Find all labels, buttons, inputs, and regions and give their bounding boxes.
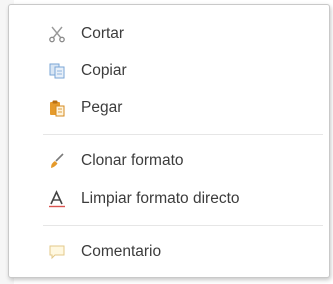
copy-icon xyxy=(47,61,67,81)
menu-separator xyxy=(43,134,323,135)
menu-item-label: Clonar formato xyxy=(81,152,184,169)
comment-icon xyxy=(47,242,67,262)
clear-formatting-icon xyxy=(47,189,67,209)
scissors-icon xyxy=(47,24,67,44)
paintbrush-icon xyxy=(47,151,67,171)
menu-item-label: Pegar xyxy=(81,99,123,116)
menu-item-label: Limpiar formato directo xyxy=(81,190,240,207)
menu-item-comment[interactable]: Comentario xyxy=(9,235,329,269)
menu-item-copy[interactable]: Copiar xyxy=(9,54,329,88)
menu-separator xyxy=(43,225,323,226)
menu-item-clone-format[interactable]: Clonar formato xyxy=(9,144,329,178)
context-menu: Cortar Copiar Pegar Clonar formato Limpi… xyxy=(8,4,330,278)
clipboard-paste-icon xyxy=(47,98,67,118)
menu-item-paste[interactable]: Pegar xyxy=(9,91,329,125)
menu-item-clear-direct-format[interactable]: Limpiar formato directo xyxy=(9,182,329,216)
menu-item-label: Cortar xyxy=(81,25,125,42)
menu-item-label: Comentario xyxy=(81,243,162,260)
menu-item-label: Copiar xyxy=(81,62,127,79)
menu-item-cut[interactable]: Cortar xyxy=(9,17,329,51)
